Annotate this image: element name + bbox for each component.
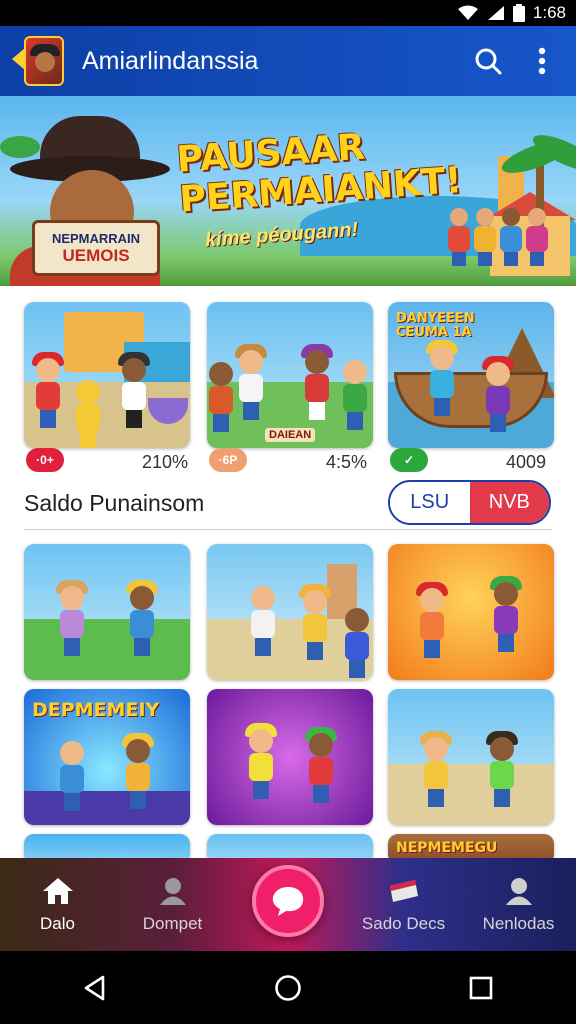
system-navigation-bar: [0, 951, 576, 1024]
game-card-1[interactable]: [24, 302, 190, 448]
grid-card-title: NEPMEMEGU: [396, 840, 498, 856]
nav-item-dalo[interactable]: Dalo: [0, 858, 115, 951]
wifi-icon: [457, 5, 478, 20]
grid-card-2[interactable]: [207, 544, 373, 680]
back-arrow-icon[interactable]: [12, 48, 25, 70]
search-button[interactable]: [468, 41, 508, 81]
battery-icon: [512, 4, 525, 22]
search-icon: [475, 48, 502, 75]
card-caption: DAIEAN: [265, 428, 316, 442]
overflow-menu-button[interactable]: [522, 41, 562, 81]
segmented-control: LSU NVB: [388, 480, 551, 525]
nav-label: Dalo: [40, 913, 75, 933]
app-title: Amiarlindanssia: [82, 46, 259, 75]
grid-card-6[interactable]: [388, 689, 554, 825]
card-3-badge: ✓: [390, 448, 428, 472]
recents-icon[interactable]: [469, 976, 493, 1000]
nav-label: Sado Decs: [361, 913, 446, 933]
nav-label: Dompet: [142, 913, 203, 933]
nav-item-sado-decs[interactable]: Sado Decs: [346, 858, 461, 951]
game-card-2[interactable]: DAIEAN: [207, 302, 373, 448]
wallet-icon: [389, 879, 418, 902]
hero-banner[interactable]: NEPMARRAIN UEMOIS PAUSAAR PERMAIANKT! kí…: [0, 96, 576, 286]
status-bar: 1:68: [0, 0, 576, 26]
status-time: 1:68: [532, 3, 566, 22]
signal-icon: [487, 6, 504, 20]
grid-card-3[interactable]: [388, 544, 554, 680]
back-icon[interactable]: [83, 975, 107, 1001]
card-2-badge: ·6P: [209, 448, 247, 472]
home-icon: [42, 877, 73, 904]
segment-nvb[interactable]: NVB: [469, 482, 549, 523]
section-title: Saldo Punainsom: [24, 490, 205, 516]
hero-kids: [448, 208, 548, 266]
chat-bubble-icon: [272, 887, 304, 916]
grid-card-title: DEPMEMEIY: [32, 699, 160, 721]
center-action-button[interactable]: [252, 865, 324, 937]
account-icon: [505, 877, 532, 905]
card-title: DANYEEEN CEUMA 1A: [396, 311, 475, 340]
app-bar: Amiarlindanssia: [0, 26, 576, 96]
card-3-stat: 4009: [506, 452, 547, 472]
nav-item-dompet[interactable]: Dompet: [115, 858, 230, 951]
person-icon: [159, 877, 186, 905]
nav-item-nenlodas[interactable]: Nenlodas: [461, 858, 576, 951]
card-1-stat: 210%: [142, 452, 189, 472]
more-vert-icon: [538, 47, 546, 75]
grid-card-1[interactable]: [24, 544, 190, 680]
section-divider: [24, 529, 552, 530]
home-circle-icon[interactable]: [274, 974, 302, 1002]
hero-sign: NEPMARRAIN UEMOIS: [32, 220, 160, 276]
grid-card-4[interactable]: DEPMEMEIY: [24, 689, 190, 825]
game-card-3[interactable]: DANYEEEN CEUMA 1A: [388, 302, 554, 448]
segment-lsu[interactable]: LSU: [390, 482, 470, 523]
card-2-stat: 4:5%: [326, 452, 368, 472]
app-logo[interactable]: [24, 36, 64, 86]
card-1-badge: ·0+: [26, 448, 64, 472]
nav-label: Nenlodas: [482, 913, 555, 933]
grid-card-5[interactable]: [207, 689, 373, 825]
